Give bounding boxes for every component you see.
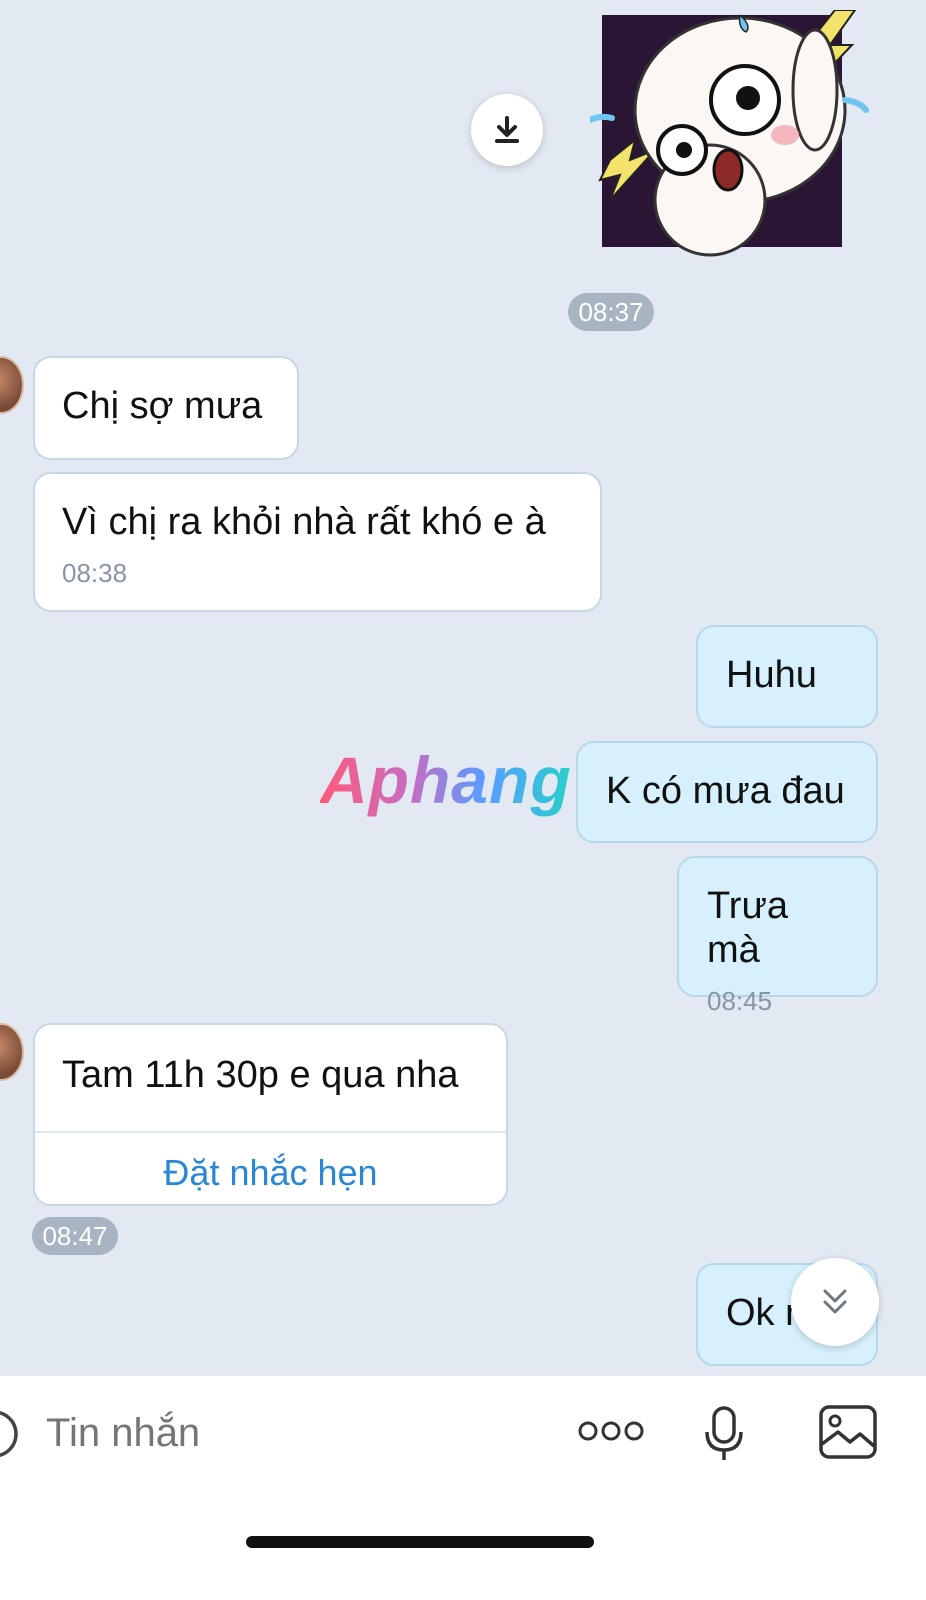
message-bubble[interactable]: Huhu [696, 625, 878, 728]
timestamp-pill: 08:47 [32, 1217, 118, 1255]
scared-rabbit-sticker[interactable] [590, 10, 890, 280]
microphone-icon[interactable] [702, 1404, 746, 1464]
image-icon[interactable] [818, 1404, 878, 1460]
emoji-icon[interactable] [0, 1406, 20, 1462]
message-time: 08:38 [62, 558, 128, 588]
message-input-bar [0, 1376, 926, 1600]
message-text: Trưa mà [707, 885, 789, 971]
message-input[interactable] [44, 1404, 548, 1462]
timestamp-pill: 08:37 [568, 293, 654, 331]
message-time: 08:45 [707, 986, 773, 1016]
home-indicator [246, 1536, 594, 1548]
message-bubble-with-action[interactable]: Tam 11h 30p e qua nha Đặt nhắc hẹn [33, 1023, 508, 1206]
contact-avatar[interactable] [0, 1023, 24, 1081]
chevron-double-down-icon [823, 1289, 847, 1314]
message-text: K có mưa đau [606, 770, 845, 812]
message-text: Tam 11h 30p e qua nha [62, 1054, 459, 1096]
scroll-to-bottom-button[interactable] [791, 1258, 879, 1346]
message-bubble[interactable]: K có mưa đau [576, 741, 878, 843]
set-reminder-link[interactable]: Đặt nhắc hẹn [35, 1133, 506, 1195]
contact-avatar[interactable] [0, 356, 24, 414]
message-bubble[interactable]: Vì chị ra khỏi nhà rất khó e à 08:38 [33, 472, 602, 612]
more-dots-icon[interactable] [578, 1416, 644, 1446]
message-bubble[interactable]: Chị sợ mưa [33, 356, 299, 460]
download-icon [495, 116, 519, 143]
message-text: Vì chị ra khỏi nhà rất khó e à [62, 501, 546, 543]
download-sticker-button[interactable] [471, 94, 543, 166]
message-text: Chị sợ mưa [62, 385, 263, 427]
message-bubble[interactable]: Trưa mà 08:45 [677, 856, 878, 1016]
message-text: Huhu [726, 654, 817, 696]
watermark-logo: Aphang [320, 743, 572, 817]
